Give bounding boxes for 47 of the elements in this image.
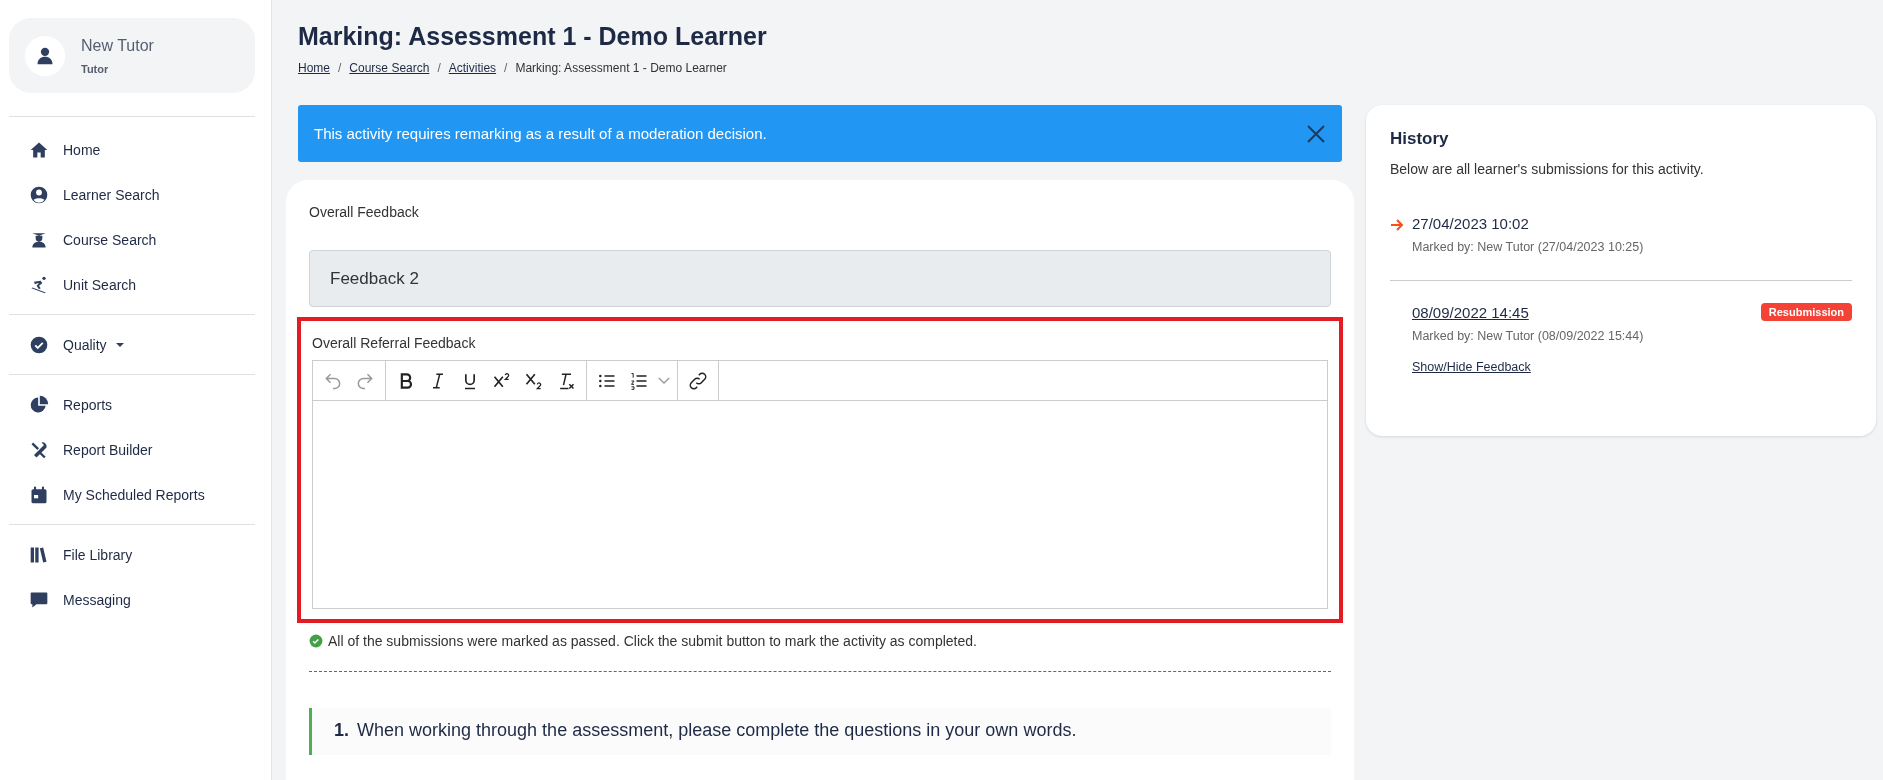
calendar-icon [29, 484, 49, 505]
breadcrumb-link[interactable]: Activities [448, 61, 497, 75]
breadcrumb-link[interactable]: Course Search [349, 61, 430, 75]
status-message: All of the submissions were marked as passed. Click the submit button to mark the activity as completed. [328, 633, 977, 649]
field-label: Overall Referral Feedback [312, 335, 477, 351]
check-circle-icon [309, 634, 323, 648]
alert-message: This activity requires remarking as a result of a moderation decision. [314, 125, 767, 142]
field-label: Overall Feedback [309, 204, 420, 220]
sidebar-item[interactable]: My Scheduled Reports [9, 472, 255, 517]
avatar-icon [25, 35, 65, 76]
marked-by-text: Marked by: New Tutor (08/09/2022 15:44) [1412, 329, 1645, 343]
history-description: Below are all learner's submissions for this activity. [1390, 161, 1705, 177]
sidebar-item[interactable]: File Library [9, 532, 255, 577]
history-title: History [1390, 129, 1450, 149]
user-name: New Tutor [81, 36, 154, 55]
sidebar-item[interactable]: Reports [9, 382, 255, 427]
marked-by-text: Marked by: New Tutor (27/04/2023 10:25) [1412, 240, 1645, 254]
status-badge: Resubmission [1760, 303, 1852, 321]
breadcrumb-separator: / [437, 61, 441, 75]
submission-date: 27/04/2023 10:02 [1412, 215, 1529, 232]
sidebar-item[interactable]: Learner Search [9, 172, 255, 217]
page-title: Marking: Assessment 1 - Demo Learner [298, 22, 768, 51]
breadcrumb-separator: / [504, 61, 508, 75]
sidebar-item[interactable]: Report Builder [9, 427, 255, 472]
submission-link[interactable]: 08/09/2022 14:45 [1412, 303, 1529, 321]
feedback-field[interactable]: Feedback 2 [309, 250, 1331, 307]
user-role: Tutor [81, 62, 110, 75]
numbered-list-icon [629, 370, 649, 391]
question-text: When working through the assessment, please complete the questions in your own words. [357, 720, 1077, 741]
sidebar-item[interactable]: Messaging [9, 577, 255, 622]
question-number: 1. [334, 720, 349, 741]
sidebar-item[interactable]: Home [9, 127, 255, 172]
tools-icon [29, 439, 49, 460]
feedback-toggle-link[interactable]: Show/Hide Feedback [1412, 360, 1531, 374]
link-icon [688, 370, 708, 391]
chevron-down-icon [658, 377, 670, 384]
breadcrumb-link[interactable]: Home [298, 61, 330, 75]
sidebar-item[interactable]: Quality [9, 322, 255, 367]
check-circle-icon [29, 334, 49, 355]
sidebar-item[interactable]: Course Search [9, 217, 255, 262]
sidebar-item[interactable]: Unit Search [9, 262, 255, 307]
skier-icon [29, 274, 49, 295]
breadcrumb-separator: / [338, 61, 342, 75]
pie-icon [29, 394, 49, 415]
breadcrumb-current: Marking: Assessment 1 - Demo Learner [515, 61, 727, 75]
close-icon[interactable] [1306, 123, 1326, 144]
user-circle-icon [29, 184, 49, 205]
